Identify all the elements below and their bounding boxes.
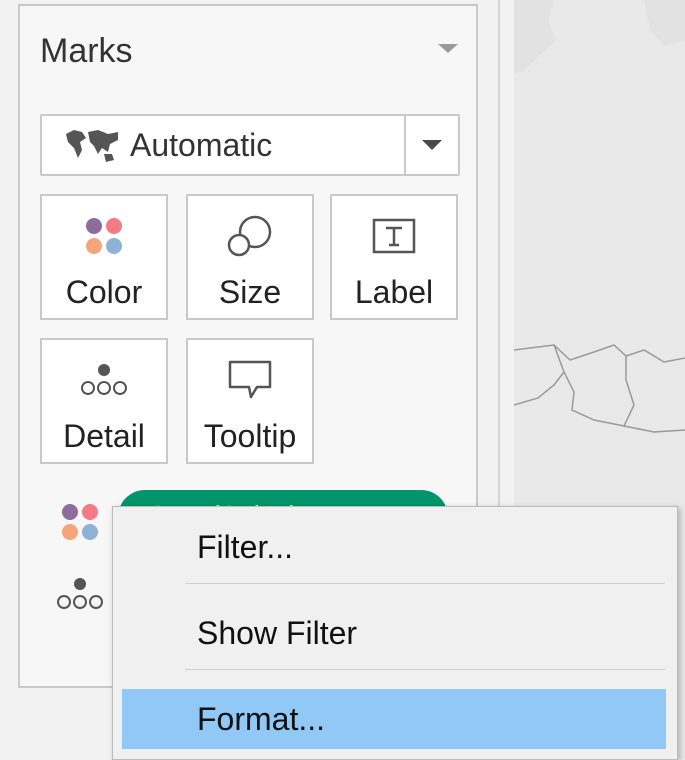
size-card[interactable]: Size	[186, 194, 314, 320]
size-card-label: Size	[218, 274, 282, 310]
menu-separator	[185, 583, 665, 584]
world-map-icon	[64, 128, 120, 169]
tooltip-card[interactable]: Tooltip	[186, 338, 314, 464]
menu-item-show-filter[interactable]: Show Filter	[113, 603, 677, 663]
detail-dots-icon	[42, 356, 166, 404]
context-menu: Filter... Show Filter Format...	[112, 506, 678, 760]
label-card-label: Label	[354, 274, 434, 310]
color-dots-icon[interactable]	[60, 502, 100, 547]
menu-item-label: Show Filter	[197, 615, 358, 651]
detail-dots-icon[interactable]	[56, 576, 104, 617]
menu-item-format[interactable]: Format...	[113, 689, 677, 749]
marks-title: Marks	[40, 32, 133, 70]
menu-item-label: Format...	[197, 701, 326, 737]
detail-card[interactable]: Detail	[40, 338, 168, 464]
speech-bubble-icon	[188, 356, 312, 404]
label-card[interactable]: Label	[330, 194, 458, 320]
mark-type-label: Automatic	[130, 127, 273, 163]
color-card-label: Color	[65, 274, 143, 310]
size-circles-icon	[188, 212, 312, 260]
text-label-icon	[332, 212, 456, 260]
menu-item-filter[interactable]: Filter...	[113, 517, 677, 577]
color-dots-icon	[42, 212, 166, 260]
menu-separator	[185, 669, 665, 670]
menu-item-label: Filter...	[197, 529, 294, 565]
detail-card-label: Detail	[63, 418, 145, 454]
color-card[interactable]: Color	[40, 194, 168, 320]
marks-menu-arrow-icon[interactable]	[438, 44, 458, 53]
dropdown-divider	[404, 116, 406, 174]
tooltip-card-label: Tooltip	[203, 418, 297, 454]
mark-type-dropdown[interactable]: Automatic	[40, 114, 460, 176]
chevron-down-icon[interactable]	[422, 140, 442, 150]
